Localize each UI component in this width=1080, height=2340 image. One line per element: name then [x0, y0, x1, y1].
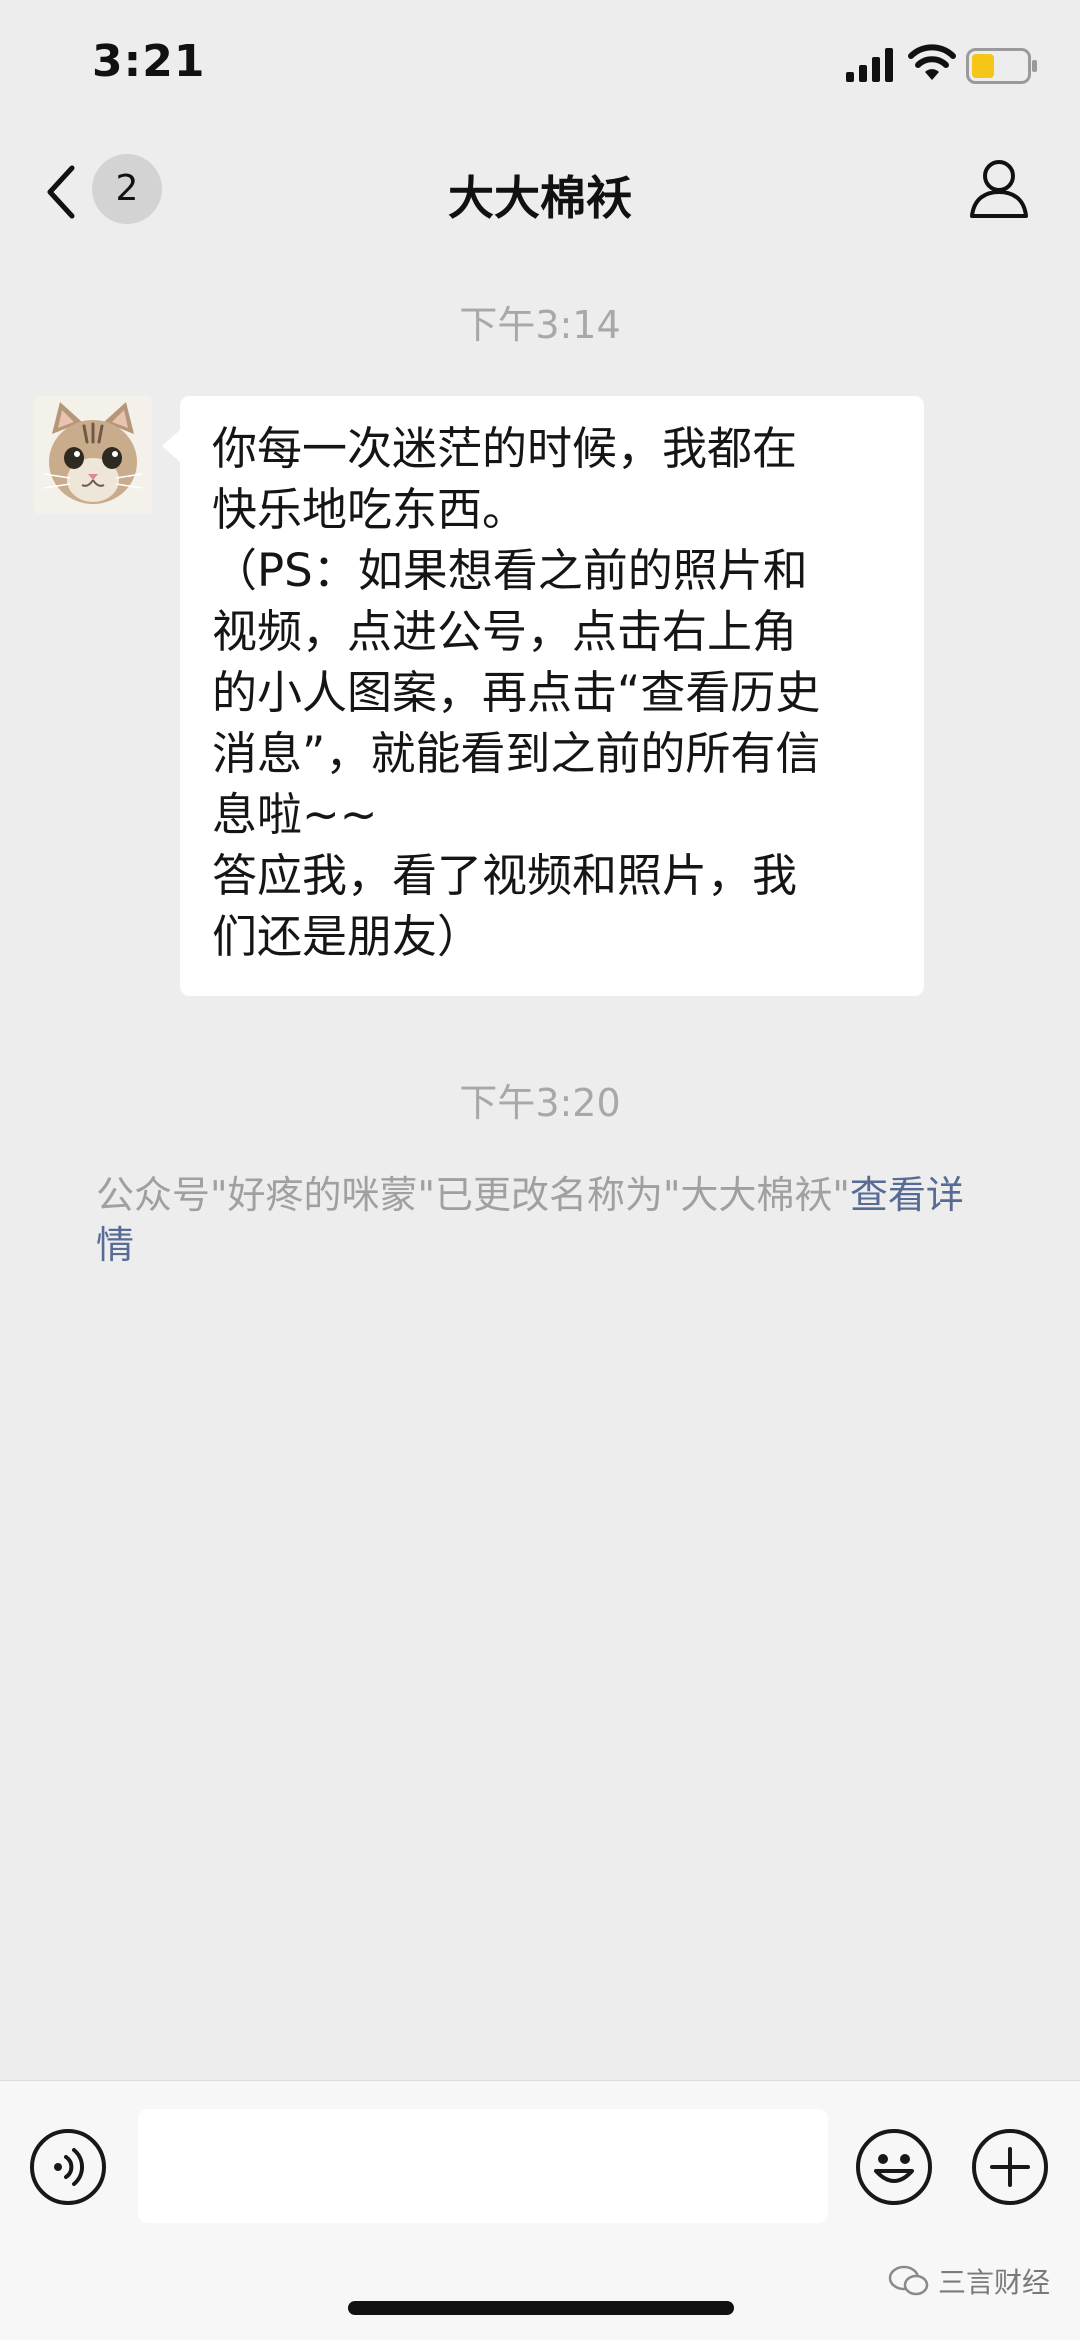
back-arrow-icon[interactable]: [42, 162, 82, 222]
cellular-signal-icon: [846, 48, 893, 82]
message-text: 你每一次迷茫的时候，我都在 快乐地吃东西。 （PS：如果想看之前的照片和 视频，…: [212, 422, 821, 963]
wechat-logo-icon: [888, 2265, 929, 2296]
message-timestamp: 下午3:20: [459, 1081, 621, 1125]
watermark: 三言财经: [888, 2261, 1050, 2301]
battery-icon: [966, 48, 1037, 84]
status-time: 3:21: [92, 36, 206, 87]
voice-input-icon[interactable]: [28, 2127, 108, 2207]
chat-title: 大大棉袄: [448, 171, 632, 225]
emoji-icon[interactable]: [854, 2127, 934, 2207]
person-profile-icon[interactable]: [968, 156, 1030, 220]
system-notice: 公众号"好疼的咪蒙"已更改名称为"大大棉袄"查看详情: [96, 1170, 986, 1270]
plus-icon[interactable]: [970, 2127, 1050, 2207]
nav-bar: 2 大大棉袄: [0, 130, 1080, 250]
status-bar: 3:21: [0, 0, 1080, 130]
message-timestamp: 下午3:14: [459, 303, 621, 347]
message-input[interactable]: [138, 2109, 828, 2223]
input-bar: 三言财经: [0, 2080, 1080, 2340]
home-indicator[interactable]: [348, 2301, 734, 2315]
cat-face-icon: [34, 396, 152, 514]
watermark-text: 三言财经: [938, 2266, 1051, 2299]
rename-notice-text: 公众号"好疼的咪蒙"已更改名称为"大大棉袄": [96, 1173, 850, 1217]
message-bubble[interactable]: 你每一次迷茫的时候，我都在 快乐地吃东西。 （PS：如果想看之前的照片和 视频，…: [162, 396, 924, 996]
cat-avatar[interactable]: [34, 396, 152, 514]
wifi-icon: [908, 44, 956, 80]
unread-count-badge[interactable]: 2: [92, 154, 162, 224]
